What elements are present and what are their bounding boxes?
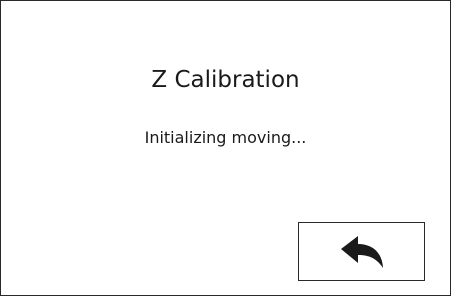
back-arrow-icon bbox=[340, 235, 384, 269]
back-button[interactable] bbox=[298, 222, 425, 281]
page-title: Z Calibration bbox=[151, 67, 300, 93]
status-message: Initializing moving... bbox=[144, 128, 307, 147]
